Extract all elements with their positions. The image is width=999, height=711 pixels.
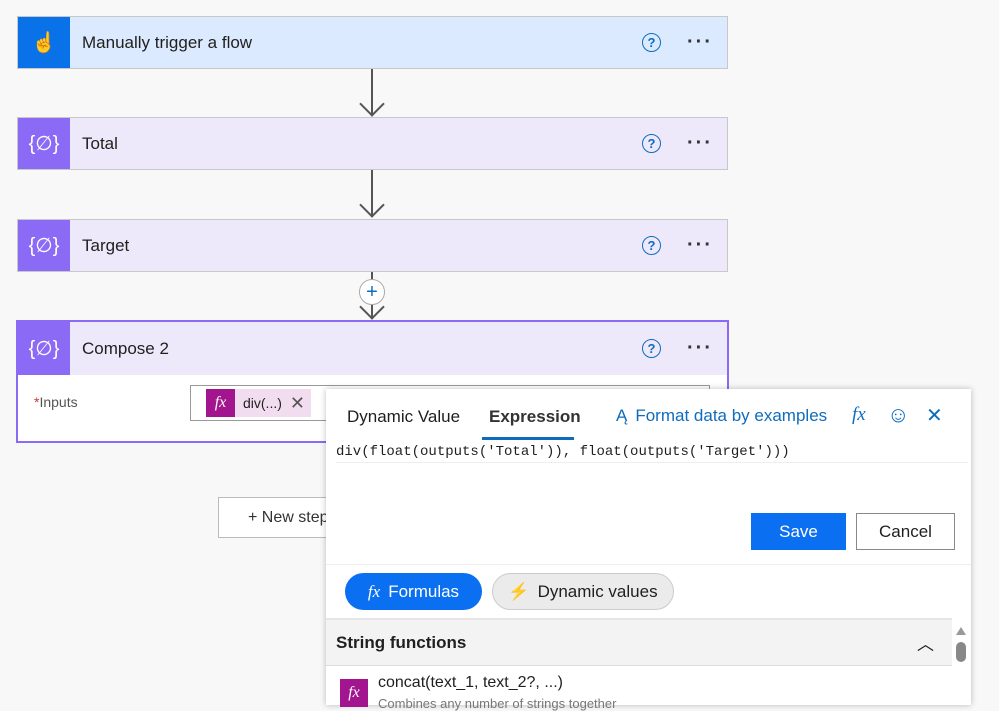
- format-data-link[interactable]: Ą Format data by examples: [616, 406, 827, 426]
- help-icon[interactable]: ?: [642, 339, 662, 358]
- variable-icon: {∅}: [18, 220, 70, 271]
- arrow-down-icon: [359, 91, 385, 117]
- chevron-up-icon[interactable]: ︿: [917, 630, 934, 655]
- string-functions-header[interactable]: String functions ︿: [326, 618, 952, 666]
- format-link-label: Format data by examples: [635, 406, 828, 425]
- remove-token-icon[interactable]: ✕: [290, 393, 311, 414]
- expression-input[interactable]: div(float(outputs('Total')), float(outpu…: [336, 441, 968, 463]
- step-title: Target: [82, 235, 130, 255]
- formulas-label: Formulas: [388, 581, 460, 601]
- step-title: Compose 2: [82, 338, 169, 358]
- more-icon[interactable]: ···: [687, 337, 713, 360]
- dynamic-values-icon: ⚡: [508, 581, 530, 601]
- step-total[interactable]: {∅} Total ? ···: [17, 117, 728, 170]
- expression-token[interactable]: fx div(...) ✕: [206, 389, 311, 417]
- tab-expression[interactable]: Expression: [489, 407, 581, 427]
- more-icon[interactable]: ···: [687, 31, 713, 54]
- variable-icon: {∅}: [18, 118, 70, 169]
- formulas-button[interactable]: fx Formulas: [345, 573, 482, 610]
- more-icon[interactable]: ···: [687, 132, 713, 155]
- scrollbar[interactable]: [956, 627, 966, 667]
- step-target[interactable]: {∅} Target ? ···: [17, 219, 728, 272]
- function-concat[interactable]: concat(text_1, text_2?, ...): [378, 674, 563, 692]
- fx-icon[interactable]: fx: [852, 404, 866, 426]
- dynamic-values-button[interactable]: ⚡ Dynamic values: [492, 573, 674, 610]
- help-icon[interactable]: ?: [642, 134, 662, 153]
- dynamic-values-label: Dynamic values: [537, 581, 658, 601]
- function-description: Combines any number of strings together: [378, 696, 617, 711]
- token-label: div(...): [243, 395, 282, 411]
- smiley-icon[interactable]: ☺: [887, 402, 909, 428]
- active-tab-indicator: [482, 437, 574, 440]
- fx-icon: fx: [367, 581, 381, 601]
- more-icon[interactable]: ···: [687, 234, 713, 257]
- fx-icon: fx: [340, 679, 368, 707]
- tab-dynamic-value[interactable]: Dynamic Value: [347, 407, 460, 427]
- fx-icon: fx: [206, 389, 235, 417]
- step-manual-trigger[interactable]: ☝ Manually trigger a flow ? ···: [17, 16, 728, 69]
- variable-icon: {∅}: [18, 322, 70, 375]
- format-icon: Ą: [616, 406, 628, 425]
- touch-icon: ☝: [18, 17, 70, 68]
- close-icon[interactable]: ✕: [926, 403, 943, 428]
- arrow-down-icon: [359, 192, 385, 218]
- insert-step-plus-icon[interactable]: +: [359, 279, 385, 305]
- cancel-button[interactable]: Cancel: [856, 513, 955, 550]
- inputs-label: *Inputs: [34, 394, 78, 410]
- help-icon[interactable]: ?: [642, 236, 662, 255]
- step-title: Total: [82, 133, 118, 153]
- save-button[interactable]: Save: [751, 513, 846, 550]
- dynamic-content-panel: Dynamic Value Expression Ą Format data by…: [326, 389, 971, 711]
- step-title: Manually trigger a flow: [82, 32, 253, 52]
- help-icon[interactable]: ?: [642, 33, 662, 52]
- section-title: String functions: [336, 632, 467, 652]
